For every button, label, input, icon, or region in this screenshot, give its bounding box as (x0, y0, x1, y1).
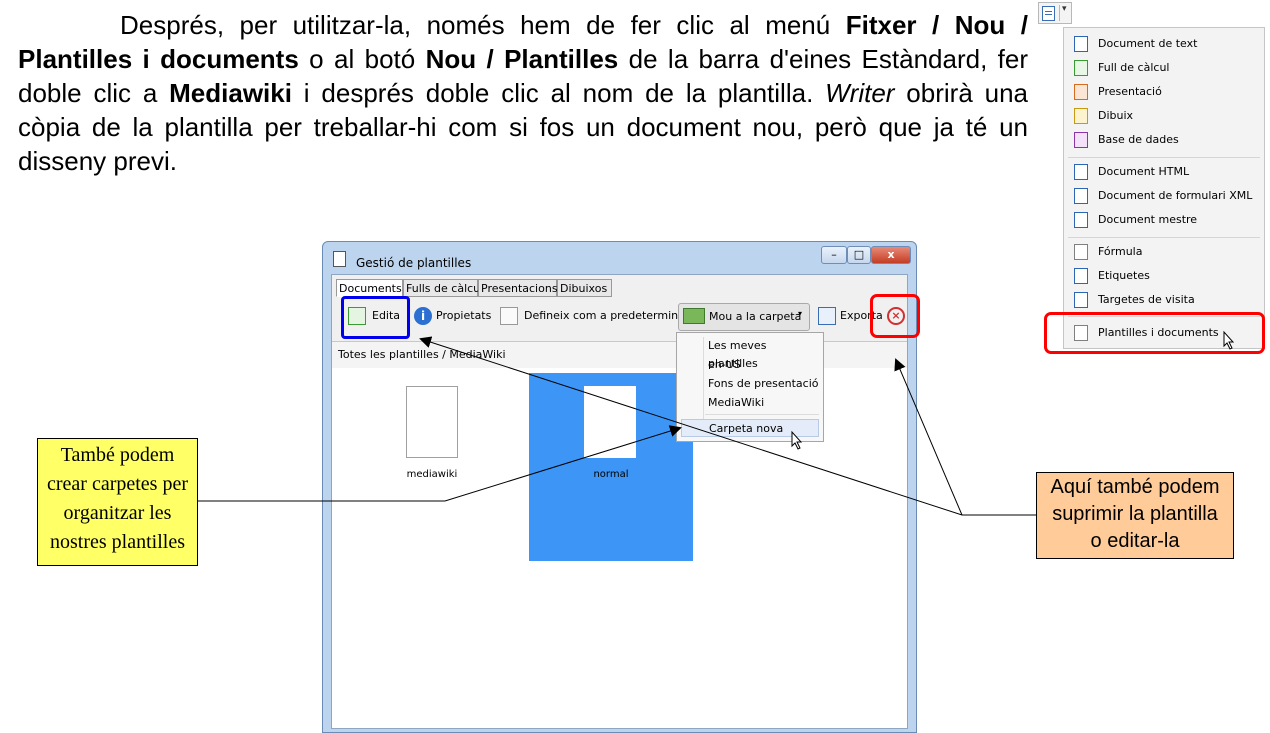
arrow-to-edit (419, 336, 1036, 516)
arrow-to-new-folder (198, 425, 682, 502)
callout-connectors (198, 330, 1235, 516)
mouse-cursor-icon (1223, 330, 1235, 350)
mouse-cursor-icon (791, 430, 803, 450)
arrow-to-delete (894, 358, 963, 516)
